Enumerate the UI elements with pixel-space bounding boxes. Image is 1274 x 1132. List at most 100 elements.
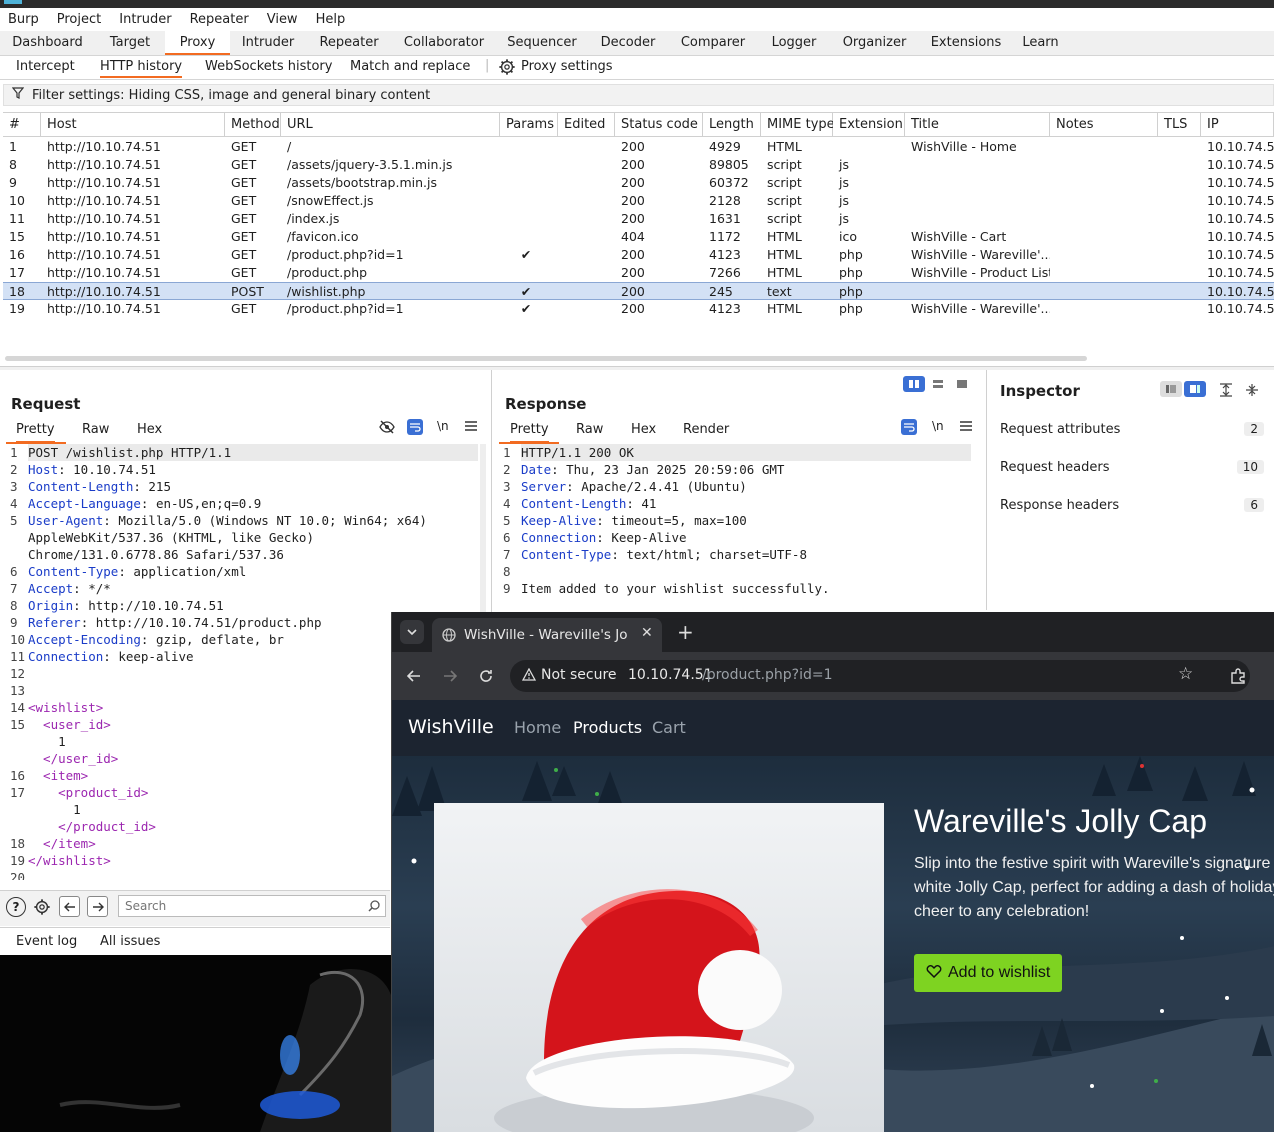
browser-tab[interactable]: WishVille - Wareville's Jo ✕ <box>432 618 662 652</box>
reload-icon[interactable] <box>476 666 496 686</box>
menu-help[interactable]: Help <box>316 12 346 27</box>
tabs-layout-icon[interactable] <box>951 376 973 392</box>
split-vertical-icon[interactable] <box>927 376 949 392</box>
col-method-header[interactable]: Method <box>225 113 281 137</box>
inspector-section[interactable]: Request headers 10 <box>990 452 1274 482</box>
response-tab-hex[interactable]: Hex <box>631 422 656 437</box>
help-icon[interactable]: ? <box>6 897 26 917</box>
table-row[interactable]: 17 http://10.10.74.51 GET/product.php 200 72… <box>3 264 1274 282</box>
table-row[interactable]: 18 http://10.10.74.51 POST/wishlist.php ✔ 20… <box>3 282 1274 300</box>
col-notes-header[interactable]: Notes <box>1050 113 1158 137</box>
col-host-header[interactable]: Host <box>41 113 225 137</box>
tab-proxy[interactable]: Proxy <box>165 31 230 55</box>
new-tab-plus-icon[interactable]: + <box>677 620 694 644</box>
col-edited-header[interactable]: Edited <box>558 113 615 137</box>
search-icon[interactable] <box>367 899 381 913</box>
collapse-all-icon[interactable] <box>1244 382 1260 398</box>
expand-all-icon[interactable] <box>1218 382 1234 398</box>
table-row[interactable]: 16 http://10.10.74.51 GET/product.php?id=1… <box>3 246 1274 264</box>
subtab-http-history[interactable]: HTTP history <box>100 59 183 78</box>
tab-dashboard[interactable]: Dashboard <box>0 31 95 55</box>
tab-comparer[interactable]: Comparer <box>668 31 758 55</box>
table-row[interactable]: 8 http://10.10.74.51 GET/assets/jquery-3.5… <box>3 156 1274 174</box>
response-newline-toggle[interactable]: \n <box>932 419 944 433</box>
subtab-match-replace[interactable]: Match and replace <box>350 59 470 74</box>
col-url-header[interactable]: URL <box>281 113 500 137</box>
request-tab-pretty[interactable]: Pretty <box>16 422 55 443</box>
response-editor[interactable]: 1 HTTP/1.1 200 OK 2 Date: Thu, 23 Jan 2025 … <box>503 444 975 610</box>
col-length-header[interactable]: Length <box>703 113 761 137</box>
table-row[interactable]: 19 http://10.10.74.51 GET/product.php?id=1… <box>3 300 1274 318</box>
site-brand[interactable]: WishVille <box>408 716 494 738</box>
request-tab-raw[interactable]: Raw <box>82 422 109 437</box>
col-extension-header[interactable]: Extension <box>833 113 905 137</box>
inspector-section[interactable]: Request attributes 2 <box>990 414 1274 444</box>
tab-organizer[interactable]: Organizer <box>830 31 919 55</box>
tab-extensions[interactable]: Extensions <box>919 31 1013 55</box>
nav-products[interactable]: Products <box>573 718 642 737</box>
table-row[interactable]: 11 http://10.10.74.51 GET/index.js 200 1631 s… <box>3 210 1274 228</box>
response-wrap-lines-icon[interactable] <box>901 419 917 435</box>
horizontal-scrollbar[interactable] <box>5 356 1087 361</box>
proxy-settings-button[interactable]: Proxy settings <box>521 59 613 74</box>
event-log-tab[interactable]: Event log <box>16 934 77 949</box>
nav-home[interactable]: Home <box>514 718 561 737</box>
response-menu-icon[interactable] <box>960 420 972 432</box>
gear-icon[interactable] <box>498 58 516 80</box>
not-secure-label[interactable]: Not secure <box>541 667 617 683</box>
tab-decoder[interactable]: Decoder <box>588 31 668 55</box>
col-ip-header[interactable]: IP <box>1201 113 1274 137</box>
response-tab-pretty[interactable]: Pretty <box>510 422 549 443</box>
menu-icon[interactable] <box>465 420 477 432</box>
col-status-code-header[interactable]: Status code <box>615 113 703 137</box>
request-tab-hex[interactable]: Hex <box>137 422 162 437</box>
col-mime-type-header[interactable]: MIME type <box>761 113 835 137</box>
col-tls-header[interactable]: TLS <box>1158 113 1201 137</box>
request-search-input[interactable] <box>118 895 386 917</box>
back-arrow-icon[interactable] <box>59 896 80 917</box>
tab-sequencer[interactable]: Sequencer <box>496 31 588 55</box>
inspector-list-icon[interactable] <box>1160 381 1182 397</box>
tab-search-chevron-icon[interactable] <box>400 620 424 644</box>
split-horizontal-icon[interactable] <box>903 376 925 392</box>
filter-bar[interactable]: Filter settings: Hiding CSS, image and g… <box>3 84 1274 106</box>
menu-burp[interactable]: Burp <box>8 12 39 27</box>
forward-arrow-icon[interactable] <box>87 896 108 917</box>
all-issues-tab[interactable]: All issues <box>100 934 160 949</box>
table-row[interactable]: 10 http://10.10.74.51 GET/snowEffect.js 200… <box>3 192 1274 210</box>
tab-intruder[interactable]: Intruder <box>230 31 306 55</box>
table-row[interactable]: 1 http://10.10.74.51 GET / 200 4929 HTML WishVi… <box>3 138 1274 156</box>
extensions-puzzle-icon[interactable] <box>1228 666 1248 686</box>
inspector-panel-icon[interactable] <box>1184 381 1206 397</box>
subtab-websockets-history[interactable]: WebSockets history <box>205 59 332 74</box>
response-tab-render[interactable]: Render <box>683 422 729 437</box>
menu-view[interactable]: View <box>267 12 298 27</box>
table-row[interactable]: 9 http://10.10.74.51 GET/assets/bootstrap.… <box>3 174 1274 192</box>
tab-learn[interactable]: Learn <box>1013 31 1068 55</box>
subtab-intercept[interactable]: Intercept <box>16 59 75 74</box>
newline-toggle[interactable]: \n <box>437 419 449 433</box>
col-number-header[interactable]: # <box>3 113 41 137</box>
table-row[interactable]: 15 http://10.10.74.51 GET/favicon.ico 404 11… <box>3 228 1274 246</box>
col-params-header[interactable]: Params <box>500 113 558 137</box>
add-to-wishlist-button[interactable]: Add to wishlist <box>914 954 1063 992</box>
tab-repeater[interactable]: Repeater <box>306 31 392 55</box>
menu-intruder[interactable]: Intruder <box>119 12 171 27</box>
tab-close-icon[interactable]: ✕ <box>641 625 653 641</box>
inspector-section[interactable]: Response headers 6 <box>990 490 1274 520</box>
bookmark-star-icon[interactable]: ☆ <box>1178 664 1193 684</box>
address-bar[interactable]: Not secure 10.10.74.51 /product.php?id=1… <box>510 660 1250 692</box>
browser-back-icon[interactable] <box>404 666 424 686</box>
settings-gear-icon[interactable] <box>32 897 52 917</box>
col-title-header[interactable]: Title <box>905 113 1050 137</box>
response-tab-raw[interactable]: Raw <box>576 422 603 437</box>
tab-collaborator[interactable]: Collaborator <box>392 31 496 55</box>
nav-cart[interactable]: Cart <box>652 718 686 737</box>
tab-target[interactable]: Target <box>95 31 165 55</box>
hide-eye-icon[interactable] <box>379 419 395 435</box>
menu-repeater[interactable]: Repeater <box>190 12 249 27</box>
tab-logger[interactable]: Logger <box>758 31 830 55</box>
browser-forward-icon[interactable] <box>440 666 460 686</box>
menu-project[interactable]: Project <box>57 12 101 27</box>
wrap-lines-icon[interactable] <box>407 419 423 435</box>
